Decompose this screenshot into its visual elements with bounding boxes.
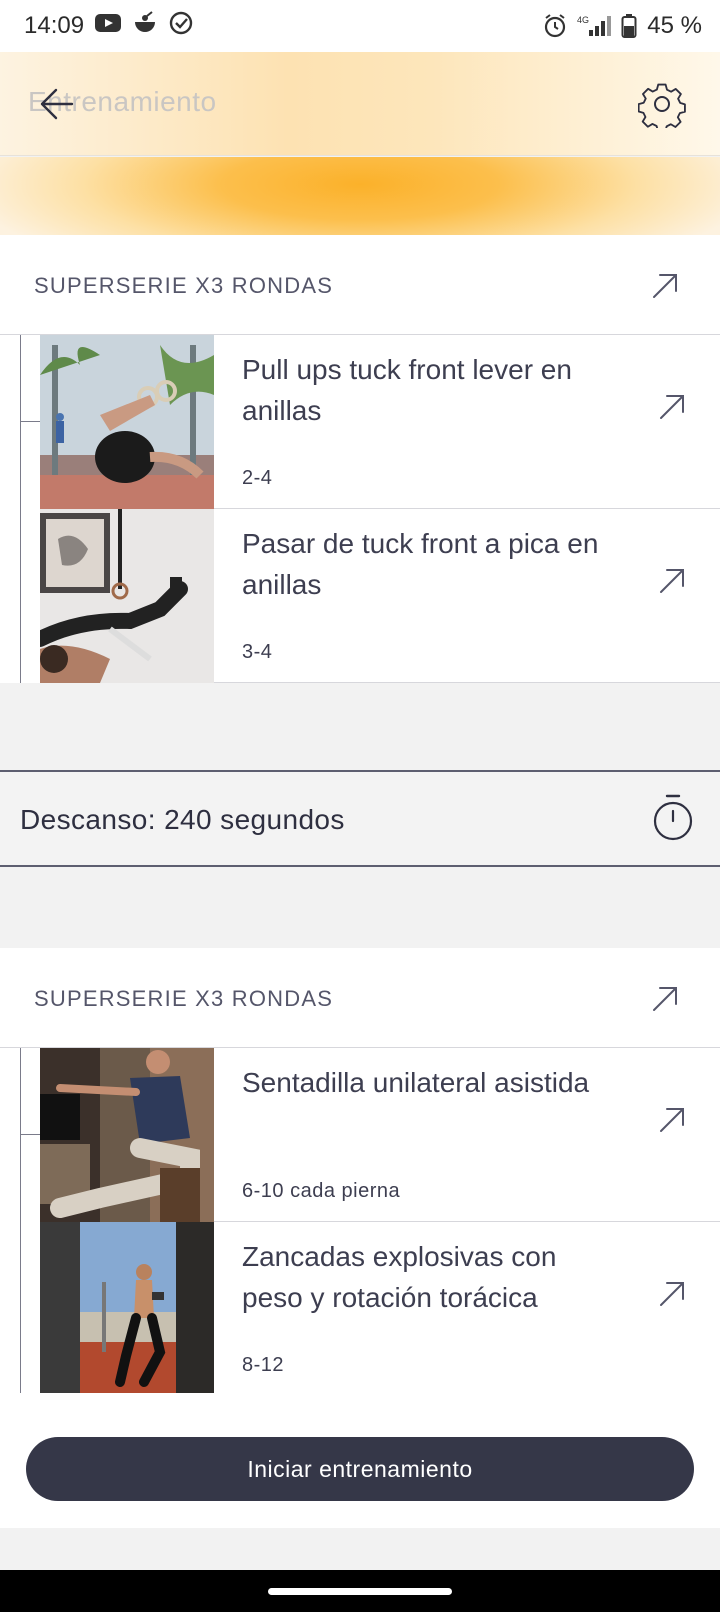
battery-icon: [621, 14, 637, 38]
exercise-item[interactable]: Sentadilla unilateral asistida 6-10 cada…: [40, 1048, 720, 1222]
exercise-reps: 8-12: [242, 1354, 285, 1376]
superset-rail: [20, 1048, 21, 1396]
status-time: 14:09: [24, 12, 85, 39]
app-header: Entrenamiento: [0, 52, 720, 156]
start-area: Iniciar entrenamiento: [0, 1393, 720, 1528]
rest-label: Descanso: 240 segundos: [20, 804, 345, 835]
superset-header[interactable]: SUPERSERIE X3 RONDAS: [0, 948, 720, 1048]
check-circle-icon: [169, 11, 193, 35]
youtube-icon: [95, 14, 121, 32]
exercise-item[interactable]: Pull ups tuck front lever en anillas 2-4: [40, 335, 720, 509]
superset-header[interactable]: SUPERSERIE X3 RONDAS: [0, 235, 720, 335]
open-arrow-icon[interactable]: [658, 1280, 686, 1308]
gear-icon[interactable]: [638, 80, 686, 128]
exercise-name: Pull ups tuck front lever en anillas: [242, 354, 572, 426]
open-arrow-icon[interactable]: [658, 567, 686, 595]
superset-title: SUPERSERIE X3 RONDAS: [34, 273, 334, 298]
exercise-reps: 2-4: [242, 467, 273, 489]
system-nav-bar: [0, 1570, 720, 1612]
back-arrow-icon[interactable]: [36, 82, 80, 126]
exercise-thumbnail: [40, 335, 214, 509]
superset-block-2: SUPERSERIE X3 RONDAS Sentadilla unilater…: [0, 948, 720, 1396]
header-gradient-banner: [0, 157, 720, 235]
exercise-name: Pasar de tuck front a pica en anillas: [242, 528, 599, 600]
exercise-item[interactable]: Zancadas explosivas con peso y rotación …: [40, 1222, 720, 1396]
exercise-thumbnail: [40, 1048, 214, 1222]
status-icons-left: [94, 10, 194, 36]
exercise-reps: 3-4: [242, 641, 273, 663]
stopwatch-icon[interactable]: [652, 794, 694, 842]
svg-text:4G: 4G: [577, 15, 589, 25]
open-arrow-icon[interactable]: [658, 393, 686, 421]
exercise-name: Zancadas explosivas con peso y rotación …: [242, 1241, 557, 1313]
home-gesture-bar[interactable]: [268, 1588, 452, 1595]
open-arrow-icon[interactable]: [650, 271, 680, 301]
exercise-list: Sentadilla unilateral asistida 6-10 cada…: [0, 1048, 720, 1396]
battery-percentage: 45 %: [647, 12, 702, 39]
status-bar: 14:09 4G 45 %: [0, 0, 720, 52]
exercise-reps: 6-10 cada pierna: [242, 1180, 401, 1202]
rail-tick: [20, 1134, 40, 1135]
exercise-list: Pull ups tuck front lever en anillas 2-4: [0, 335, 720, 683]
rest-row: Descanso: 240 segundos: [0, 770, 720, 867]
exercise-name: Sentadilla unilateral asistida: [242, 1067, 590, 1098]
start-workout-button[interactable]: Iniciar entrenamiento: [26, 1437, 694, 1501]
open-arrow-icon[interactable]: [658, 1106, 686, 1134]
open-arrow-icon[interactable]: [650, 984, 680, 1014]
exercise-thumbnail: [40, 1222, 214, 1396]
superset-rail: [20, 335, 21, 683]
signal-icon: 4G: [577, 15, 612, 36]
exercise-thumbnail: [40, 509, 214, 683]
exercise-item[interactable]: Pasar de tuck front a pica en anillas 3-…: [40, 509, 720, 683]
status-icons-right: 4G 45 %: [543, 12, 702, 40]
superset-block-1: SUPERSERIE X3 RONDAS Pull ups tuck front…: [0, 235, 720, 683]
rail-tick: [20, 421, 40, 422]
app-notification-icon: [135, 11, 155, 32]
superset-title: SUPERSERIE X3 RONDAS: [34, 986, 334, 1011]
alarm-icon: [545, 14, 566, 38]
